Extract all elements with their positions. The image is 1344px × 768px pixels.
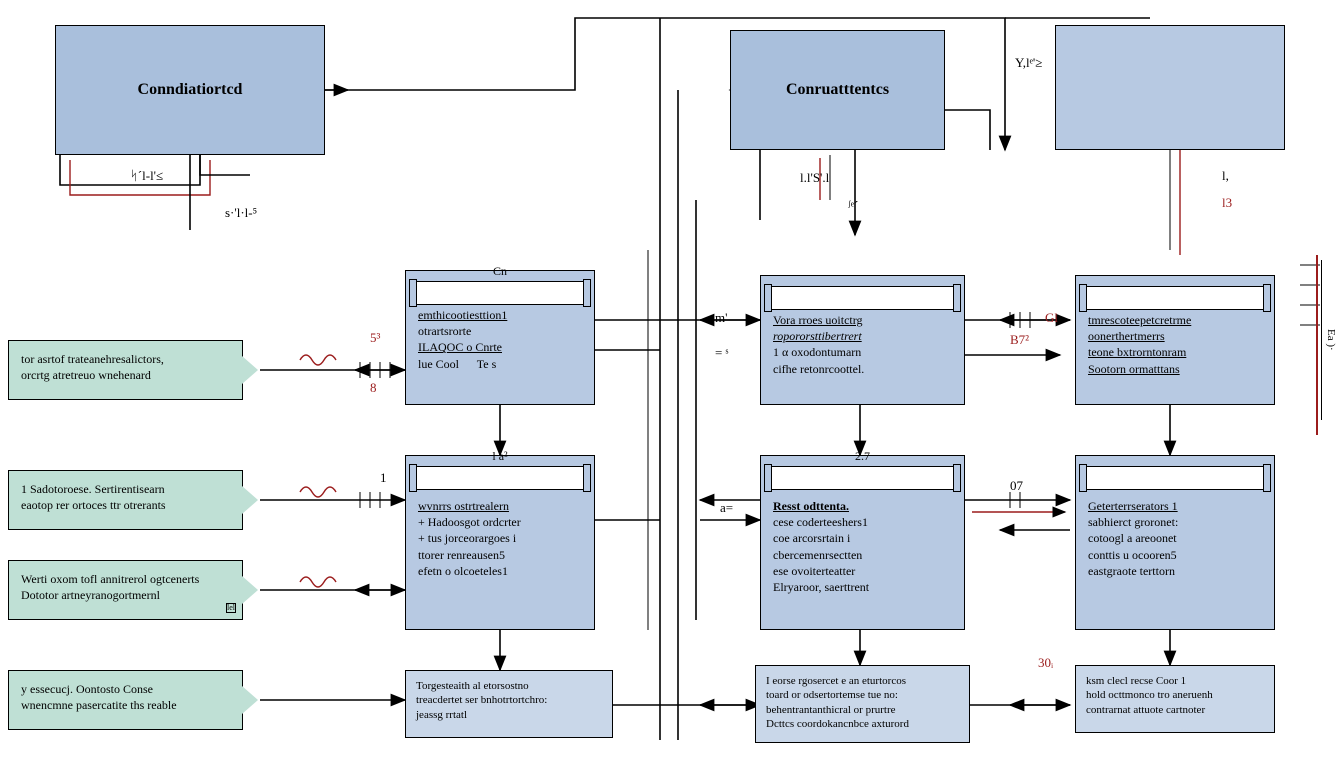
c3f-l2: hold octtmonco tro aneruenh (1086, 688, 1264, 702)
c3b2-l3: cotoogl a areoonet (1088, 530, 1262, 546)
note-callout-2: 1 Sadotoroese. Sertirentisearn eaotop re… (8, 470, 243, 530)
c2b2-l2: coe arcorsrtain i (773, 530, 952, 546)
c1b2-l3: + tus jorceorargoes i (418, 530, 582, 546)
c1b2-l5: efetn o olcoeteles1 (418, 563, 582, 579)
c1b2-l4: ttorer renreausen5 (418, 547, 582, 563)
ann-r2b: a= (720, 500, 733, 516)
ann-r2a: 1 (380, 470, 387, 486)
c3b1-l1: tmrescoteepetcretrme (1088, 312, 1262, 328)
col1-box1-bar-label: Cn (493, 264, 507, 279)
c2b1-l3: 1 α oxodontumarn (773, 344, 952, 360)
c1f-l2: treacdertet ser bnhotrtortchro: (416, 693, 602, 707)
note-4-l2: wnencmne pasercatite ths reable (21, 697, 224, 713)
note-3-l2: Dototor artneyranogortmernl (21, 587, 224, 603)
note-2-l2: eaotop rer ortoces ttr otrerants (21, 497, 224, 513)
header-left-title: Conndiatiortcd (138, 81, 243, 99)
c2b2-l1: cese coderteeshers1 (773, 514, 952, 530)
header-right-title: Conruatttentcs (786, 81, 889, 99)
note-3-icon: lel (226, 603, 236, 613)
col1-box2-bar-label: l a² (492, 449, 507, 464)
header-card-left: Conndiatiortcd (55, 25, 325, 155)
c2b1-l1: Vora rroes uoitctrg (773, 312, 952, 328)
c3b1-l4: Sootorn ormatttans (1088, 361, 1262, 377)
c2f-l2: toard or odsertortemse tue no: (766, 688, 959, 702)
c3b2-l4: conttis u ocooren5 (1088, 547, 1262, 563)
note-4-l1: y essecucj. Oontosto Conse (21, 681, 224, 697)
c3f-l3: contrarnat attuote cartnoter (1086, 703, 1264, 717)
col3-box-1: tmrescoteepetcretrme oonerthertmerrs teo… (1075, 275, 1275, 405)
margin-side-label: Ea )· (1321, 260, 1340, 420)
ann-c3m: B7² (1010, 332, 1029, 348)
col1-box-1: Cn emthicootiesttion1 otrartsrorte ILAQO… (405, 270, 595, 405)
col1-box1-bar: Cn (416, 281, 584, 305)
c3f-l1: ksm clecl recse Coor 1 (1086, 674, 1264, 688)
c2b1-l2: ropororsttibertrert (773, 328, 952, 344)
c1b2-l2: + Hadoosgot ordcrter (418, 514, 582, 530)
ann-a2: s·'l·l-⁵ (225, 205, 257, 221)
ann-a3: l.l'S'.l (800, 170, 829, 186)
col2-box2-bar: 2.7 (771, 466, 954, 490)
note-3-l1: Werti oxom tofl annitrerol ogtcenerts (21, 571, 224, 587)
note-2-l1: 1 Sadotoroese. Sertirentisearn (21, 481, 224, 497)
ann-c1lt: 5³ (370, 330, 380, 346)
ann-c3l: Gl (1045, 310, 1058, 326)
note-callout-3: Werti oxom tofl annitrerol ogtcenerts Do… (8, 560, 243, 620)
c2b2-l3: cbercemenrsectten (773, 547, 952, 563)
ann-r2c: 07 (1010, 478, 1023, 494)
c2b2-l4: ese ovoiterteatter (773, 563, 952, 579)
col2-box2-bar-label: 2.7 (855, 449, 870, 464)
note-callout-1: tor asrtof trateanehresalictors, orcrtg … (8, 340, 243, 400)
ann-r2d: 30ᵢ (1038, 655, 1053, 671)
header-card-far-right (1055, 25, 1285, 150)
col2-footer-box: I eorse rgosercet e an eturtorcos toard … (755, 665, 970, 743)
note-1-l2: orcrtg atretreuo wnehenard (21, 367, 224, 383)
c1b1-l3: ILAQOC o Cnrte (418, 339, 582, 355)
c3b1-l3: teone bxtrorntonram (1088, 344, 1262, 360)
col3-box-2: Geterterrserators 1 sabhierct groronet: … (1075, 455, 1275, 630)
c2f-l3: behentrantanthicral or prurtre (766, 703, 959, 717)
diagram-canvas: Conndiatiortcd Conruatttentcs tor asrtof… (0, 0, 1344, 768)
ann-a1: ᛋ´l-l'≤ (130, 168, 163, 184)
c1b1-l4: lue Cool (418, 357, 459, 371)
col1-footer-box: Torgesteaith al etorsostno treacdertet s… (405, 670, 613, 738)
ann-a6: l, (1222, 168, 1229, 184)
col2-box1-bar (771, 286, 954, 310)
c1b1-suf: Te s (477, 357, 497, 371)
col1-box-2: l a² wvnrrs ostrtrealern + Hadoosgot ord… (405, 455, 595, 630)
c3b2-l5: eastgraote terttorn (1088, 563, 1262, 579)
ann-c2r: = ˢ (715, 345, 728, 361)
c3b2-l1: Geterterrserators 1 (1088, 498, 1262, 514)
col1-box2-bar: l a² (416, 466, 584, 490)
header-card-right: Conruatttentcs (730, 30, 945, 150)
ann-c1lb: 8 (370, 380, 377, 396)
ann-c2lab: m' (715, 310, 727, 326)
c1f-l3: jeassg rrtatl (416, 708, 602, 722)
col2-box-1: Vora rroes uoitctrg ropororsttibertrert … (760, 275, 965, 405)
c1b1-l1: emthicootiesttion1 (418, 307, 582, 323)
c3b2-l2: sabhierct groronet: (1088, 514, 1262, 530)
note-1-l1: tor asrtof trateanehresalictors, (21, 351, 224, 367)
c1f-l1: Torgesteaith al etorsostno (416, 679, 602, 693)
c2b1-l4: cifhe retonrcoottel. (773, 361, 952, 377)
col2-box-2: 2.7 Resst odttenta. cese coderteeshers1 … (760, 455, 965, 630)
c3b1-l2: oonerthertmerrs (1088, 328, 1262, 344)
ann-a5: Y,lᵉ'≥ (1015, 55, 1042, 71)
c1b2-l1: wvnrrs ostrtrealern (418, 498, 582, 514)
c2f-l1: I eorse rgosercet e an eturtorcos (766, 674, 959, 688)
col3-box2-bar (1086, 466, 1264, 490)
ann-a7: l3 (1222, 195, 1232, 211)
note-callout-4: y essecucj. Oontosto Conse wnencmne pase… (8, 670, 243, 730)
col3-footer-box: ksm clecl recse Coor 1 hold octtmonco tr… (1075, 665, 1275, 733)
c1b1-l2: otrartsrorte (418, 323, 582, 339)
margin-red-bar (1316, 255, 1318, 435)
col3-box1-bar (1086, 286, 1264, 310)
c2b2-l5: Elryaroor, saerttrent (773, 579, 952, 595)
ann-a4: ᶴᵉ´ (848, 198, 858, 214)
c2f-l4: Dcttcs coordokancnbce axturord (766, 717, 959, 731)
c2b2-h: Resst odttenta. (773, 498, 952, 514)
